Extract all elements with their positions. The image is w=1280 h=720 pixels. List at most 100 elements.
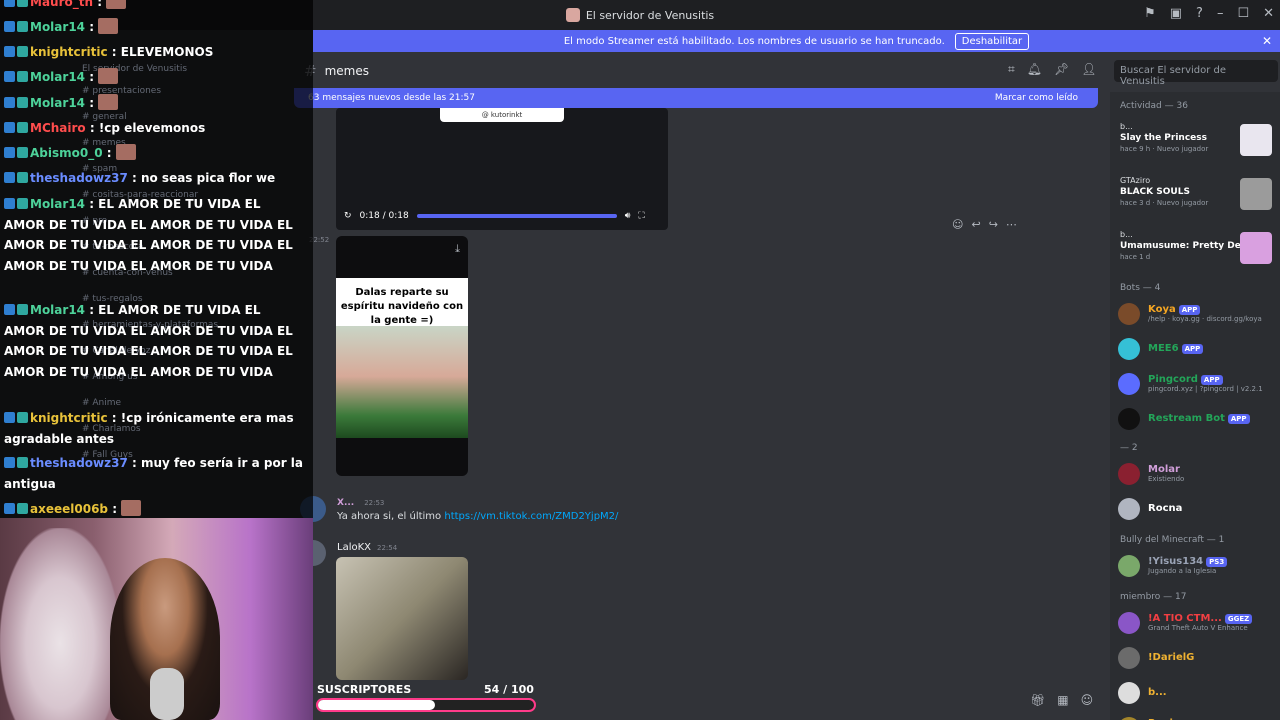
bots-header: Bots — 4 — [1120, 283, 1161, 293]
chat-username[interactable]: Molar14 — [30, 96, 85, 110]
group-header: — 2 — [1120, 443, 1138, 453]
gift-icon[interactable]: 🎁︎ — [1030, 693, 1045, 707]
prime-badge-icon — [4, 304, 15, 315]
activity-card[interactable]: b... Umamusume: Pretty Derby hace 1 d — [1114, 226, 1276, 276]
close-icon[interactable]: ✕ — [1263, 6, 1274, 21]
message-time: 22:54 — [377, 544, 398, 552]
member-name: !DarielG — [1148, 652, 1195, 663]
member-badge: APP — [1227, 414, 1250, 424]
image-attachment[interactable] — [336, 557, 468, 680]
video-progress-bar[interactable] — [416, 214, 617, 218]
avatar — [1118, 302, 1140, 325]
member-item[interactable]: Restream Bot APP — [1110, 401, 1280, 436]
member-item[interactable]: Koya APP/help · koya.gg · discord.gg/koya — [1110, 296, 1280, 331]
chat-username[interactable]: Molar14 — [30, 20, 85, 34]
chat-username[interactable]: MChairo — [30, 121, 86, 135]
sidebar-channel[interactable]: # Anime — [82, 398, 121, 408]
volume-icon[interactable]: 🔊︎ — [625, 211, 631, 221]
member-item[interactable]: Molar Existiendo — [1110, 456, 1280, 491]
reaction-icon[interactable]: ☺ — [952, 218, 963, 231]
message-author[interactable]: X... 22:53 — [337, 498, 384, 508]
search-input[interactable]: Buscar El servidor de Venusitis — [1114, 60, 1278, 87]
emoji-icon[interactable]: ☺ — [1081, 693, 1094, 707]
group-header: Bully del Minecraft — 1 — [1120, 535, 1225, 545]
chat-message: Molar14 : EL AMOR DE TU VIDA EL AMOR DE … — [4, 194, 304, 276]
member-item[interactable]: Benjazzz.Counter-Strike 2 — [1110, 710, 1280, 720]
gif-icon[interactable]: ▦ — [1057, 693, 1068, 707]
member-item[interactable]: Pingcord APP pingcord.xyz | ?pingcord | v2… — [1110, 366, 1280, 401]
video-player[interactable]: @ kutorinkt ↻ 0:18 / 0:18 🔊︎ ⛶ — [336, 108, 668, 230]
member-item[interactable]: !Yisus134 PS3 Jugando a la Iglesia — [1110, 548, 1280, 583]
member-status: Grand Theft Auto V Enhance — [1148, 624, 1248, 632]
chat-message: Abismo0_0 : — [4, 143, 304, 164]
flag-icon[interactable]: ⚑ — [1144, 6, 1156, 21]
video-time: 0:18 / 0:18 — [359, 211, 409, 221]
avatar — [1118, 462, 1140, 485]
member-item[interactable]: Rocna — [1110, 491, 1280, 526]
sub-badge-icon — [17, 412, 28, 423]
stream-chat-overlay: El servidor de Venusitis # presentacione… — [0, 0, 313, 518]
chat-username[interactable]: Abismo0_0 — [30, 146, 103, 160]
pin-icon[interactable]: 📌︎ — [1054, 62, 1069, 77]
chat-username[interactable]: axeeel006b — [30, 502, 108, 516]
message-author[interactable]: LaloKX 22:54 — [337, 542, 397, 553]
member-item[interactable]: b... — [1110, 675, 1280, 710]
maximize-icon[interactable]: ☐ — [1237, 6, 1249, 21]
screen-icon[interactable]: ▣ — [1170, 6, 1182, 21]
member-item[interactable]: MEE6 APP — [1110, 331, 1280, 366]
subs-progress-bar — [316, 698, 536, 712]
sub-badge-icon — [17, 147, 28, 158]
chat-message: Molar14 : — [4, 17, 304, 38]
window-title-text: El servidor de Venusitis — [585, 8, 715, 22]
prime-badge-icon — [4, 503, 15, 514]
activity-card[interactable]: b... Slay the Princess hace 9 h · Nuevo ju… — [1114, 118, 1276, 168]
fullscreen-icon[interactable]: ⛶ — [638, 211, 644, 221]
minimize-icon[interactable]: – — [1217, 6, 1224, 21]
replay-icon[interactable]: ↻ — [344, 211, 352, 221]
member-badge: APP — [1181, 344, 1204, 354]
forward-icon[interactable]: ↪ — [989, 218, 998, 231]
chat-username[interactable]: knightcritic — [30, 411, 108, 425]
chat-username[interactable]: Molar14 — [30, 197, 85, 211]
member-status: /help · koya.gg · discord.gg/koya — [1148, 315, 1262, 323]
more-icon[interactable]: ⋯ — [1006, 218, 1017, 231]
disable-button[interactable]: Deshabilitar — [954, 32, 1030, 50]
member-name: Pingcord APP — [1148, 374, 1263, 385]
chat-username[interactable]: Molar14 — [30, 303, 85, 317]
chat-message: Molar14 : — [4, 93, 304, 114]
threads-icon[interactable]: ⌗ — [1008, 62, 1015, 77]
chat-username[interactable]: knightcritic — [30, 45, 108, 59]
chat-text: : — [108, 502, 117, 516]
group-header: miembro — 17 — [1120, 592, 1187, 602]
mark-read-button[interactable]: Marcar como leído — [995, 93, 1078, 103]
avatar — [1118, 716, 1140, 720]
new-messages-bar[interactable]: 63 mensajes nuevos desde las 21:57 Marca… — [294, 88, 1098, 108]
message-link[interactable]: https://vm.tiktok.com/ZMD2YjpM2/ — [444, 511, 618, 522]
tiktok-thumbnail[interactable]: ⤓ Dalas reparte su espíritu navideño con… — [336, 236, 468, 476]
tiktok-label: @ kutorinkt — [440, 108, 564, 122]
avatar — [1118, 337, 1140, 360]
reply-icon[interactable]: ↩ — [971, 218, 980, 231]
prime-badge-icon — [4, 147, 15, 158]
download-icon[interactable]: ⤓ — [455, 242, 460, 256]
activity-card[interactable]: GTAziro BLACK SOULS hace 3 d · Nuevo jugad… — [1114, 172, 1276, 222]
chat-username[interactable]: Molar14 — [30, 70, 85, 84]
chat-username[interactable]: Mauro_th — [30, 0, 93, 9]
chat-text: : — [93, 0, 103, 9]
banner-close-icon[interactable]: ✕ — [1262, 34, 1272, 48]
bell-icon[interactable]: 🔔︎ — [1027, 62, 1042, 77]
christmas-tree — [0, 528, 120, 720]
member-item[interactable]: !DarielG — [1110, 640, 1280, 675]
chat-message: Mauro_th : — [4, 0, 304, 13]
chat-message: theshadowz37 : muy feo sería ir a por la… — [4, 453, 304, 494]
members-icon[interactable]: 👤︎ — [1081, 62, 1096, 77]
member-list: Actividad — 36 b... Slay the Princess hace… — [1110, 92, 1280, 720]
chat-username[interactable]: theshadowz37 — [30, 456, 128, 470]
member-item[interactable]: !A TIO CTM... GGEZ Grand Theft Auto V Enha… — [1110, 605, 1280, 640]
avatar — [1118, 497, 1140, 520]
help-icon[interactable]: ? — [1196, 6, 1203, 21]
chat-username[interactable]: theshadowz37 — [30, 171, 128, 185]
sub-badge-icon — [17, 21, 28, 32]
webcam-overlay — [0, 518, 313, 720]
sub-badge-icon — [17, 71, 28, 82]
